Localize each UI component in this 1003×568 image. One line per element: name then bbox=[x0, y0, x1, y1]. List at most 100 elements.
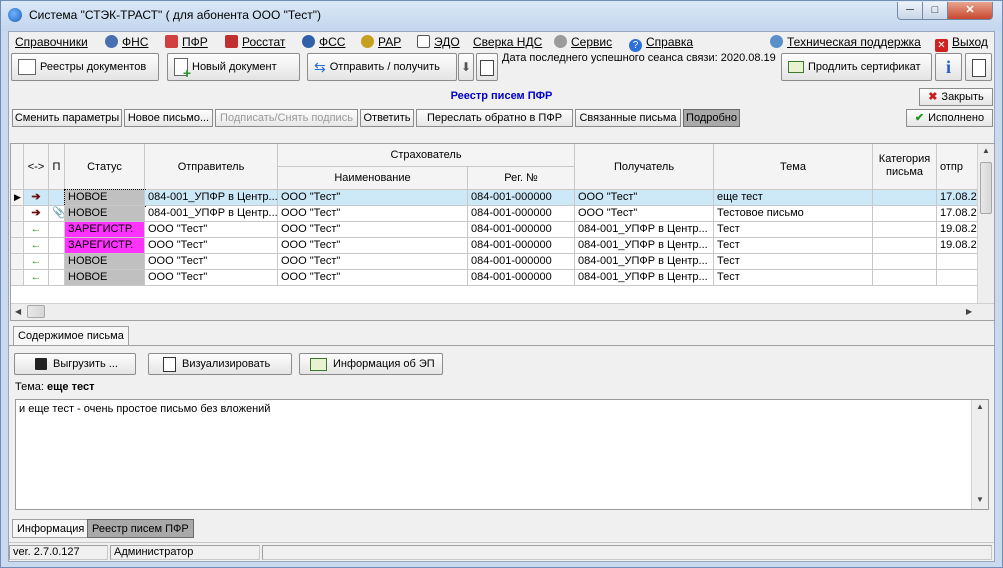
menu-exit[interactable]: ✕ Выход bbox=[935, 35, 988, 52]
insurer-cell[interactable]: ООО "Тест" bbox=[278, 270, 468, 286]
reg-cell[interactable]: 084-001-000000 bbox=[468, 238, 575, 254]
status-cell[interactable]: НОВОЕ bbox=[65, 254, 145, 270]
direction-cell[interactable]: ← bbox=[24, 238, 49, 254]
extend-certificate-button[interactable]: Продлить сертификат bbox=[781, 53, 932, 81]
category-cell[interactable] bbox=[873, 190, 937, 206]
direction-cell[interactable]: ← bbox=[24, 222, 49, 238]
new-letter-button[interactable]: Новое письмо... bbox=[124, 109, 213, 127]
scroll-right-arrow-icon[interactable]: ▶ bbox=[966, 307, 972, 316]
direction-cell[interactable]: ← bbox=[24, 270, 49, 286]
new-document-button[interactable]: + Новый документ bbox=[167, 53, 300, 81]
row-indicator[interactable] bbox=[11, 238, 24, 254]
insurer-cell[interactable]: ООО "Тест" bbox=[278, 222, 468, 238]
export-button[interactable]: Выгрузить ... bbox=[14, 353, 136, 375]
tab-letter-content[interactable]: Содержимое письма bbox=[13, 326, 129, 346]
direction-cell[interactable]: ➔ bbox=[24, 206, 49, 222]
status-cell[interactable]: ЗАРЕГИСТР. bbox=[65, 222, 145, 238]
reply-button[interactable]: Ответить bbox=[360, 109, 414, 127]
recipient-cell[interactable]: ООО "Тест" bbox=[575, 190, 714, 206]
insurer-cell[interactable]: ООО "Тест" bbox=[278, 190, 468, 206]
subject-cell[interactable]: еще тест bbox=[714, 190, 873, 206]
body-scrollbar[interactable]: ▲ ▼ bbox=[971, 400, 988, 509]
scroll-up-arrow-icon[interactable]: ▲ bbox=[976, 402, 984, 411]
insurer-name-column-header[interactable]: Наименование bbox=[278, 167, 468, 190]
status-column-header[interactable]: Статус bbox=[65, 144, 145, 190]
attachment-cell[interactable] bbox=[49, 222, 65, 238]
visualize-button[interactable]: Визуализировать bbox=[148, 353, 292, 375]
status-cell[interactable]: НОВОЕ bbox=[65, 270, 145, 286]
close-window-button[interactable]: ✕ bbox=[947, 2, 993, 20]
details-toggle-button[interactable]: Подробно bbox=[683, 109, 740, 127]
attachment-cell[interactable]: 📎 bbox=[49, 206, 65, 222]
category-cell[interactable] bbox=[873, 206, 937, 222]
tab-pfr-registry[interactable]: Реестр писем ПФР bbox=[87, 519, 194, 538]
insurer-cell[interactable]: ООО "Тест" bbox=[278, 206, 468, 222]
menu-pfr[interactable]: ПФР bbox=[165, 35, 208, 49]
date-cell[interactable]: 17.08.20 bbox=[937, 206, 978, 222]
recipient-cell[interactable]: 084-001_УПФР в Центр... bbox=[575, 270, 714, 286]
menu-help[interactable]: ? Справка bbox=[629, 35, 693, 52]
direction-cell[interactable]: ➔ bbox=[24, 190, 49, 206]
sender-cell[interactable]: 084-001_УПФР в Центр... bbox=[145, 190, 278, 206]
category-cell[interactable] bbox=[873, 270, 937, 286]
reg-cell[interactable]: 084-001-000000 bbox=[468, 206, 575, 222]
reg-cell[interactable]: 084-001-000000 bbox=[468, 254, 575, 270]
date-cell[interactable]: 17.08.20 bbox=[937, 190, 978, 206]
date-cell[interactable] bbox=[937, 254, 978, 270]
date-cell[interactable]: 19.08.20 bbox=[937, 222, 978, 238]
change-params-button[interactable]: Сменить параметры bbox=[12, 109, 122, 127]
attachment-cell[interactable] bbox=[49, 238, 65, 254]
status-cell[interactable]: ЗАРЕГИСТР. bbox=[65, 238, 145, 254]
attachment-cell[interactable] bbox=[49, 254, 65, 270]
reg-cell[interactable]: 084-001-000000 bbox=[468, 270, 575, 286]
row-indicator[interactable] bbox=[11, 222, 24, 238]
signature-info-button[interactable]: Информация об ЭП bbox=[299, 353, 443, 375]
recipient-cell[interactable]: 084-001_УПФР в Центр... bbox=[575, 222, 714, 238]
pdf-button[interactable] bbox=[965, 53, 992, 81]
category-cell[interactable] bbox=[873, 254, 937, 270]
related-letters-button[interactable]: Связанные письма bbox=[575, 109, 681, 127]
menu-support[interactable]: Техническая поддержка bbox=[770, 35, 921, 49]
sender-cell[interactable]: ООО "Тест" bbox=[145, 222, 278, 238]
row-indicator[interactable] bbox=[11, 254, 24, 270]
menu-vat-reconciliation[interactable]: Сверка НДС bbox=[473, 35, 542, 49]
insurer-cell[interactable]: ООО "Тест" bbox=[278, 238, 468, 254]
direction-cell[interactable]: ← bbox=[24, 254, 49, 270]
menu-fns[interactable]: ФНС bbox=[105, 35, 148, 49]
recipient-column-header[interactable]: Получатель bbox=[575, 144, 714, 190]
attachment-column-header[interactable]: П bbox=[49, 144, 65, 190]
row-indicator[interactable] bbox=[11, 270, 24, 286]
row-indicator[interactable]: ▶ bbox=[11, 190, 24, 206]
direction-column-header[interactable]: <-> bbox=[24, 144, 49, 190]
vertical-scroll-thumb[interactable] bbox=[980, 162, 992, 214]
recipient-cell[interactable]: 084-001_УПФР в Центр... bbox=[575, 238, 714, 254]
subject-cell[interactable]: Тест bbox=[714, 222, 873, 238]
sign-button[interactable]: Подписать/Снять подпись bbox=[215, 109, 358, 127]
recipient-cell[interactable]: ООО "Тест" bbox=[575, 206, 714, 222]
status-cell[interactable]: НОВОЕ bbox=[64, 189, 146, 207]
reg-cell[interactable]: 084-001-000000 bbox=[468, 222, 575, 238]
attachment-cell[interactable] bbox=[49, 270, 65, 286]
category-cell[interactable] bbox=[873, 222, 937, 238]
subject-cell[interactable]: Тестовое письмо bbox=[714, 206, 873, 222]
registries-button[interactable]: Реестры документов bbox=[11, 53, 159, 81]
scroll-up-arrow-icon[interactable]: ▲ bbox=[982, 146, 990, 155]
sent-column-header[interactable]: отпр bbox=[937, 144, 978, 190]
menu-rosstat[interactable]: Росстат bbox=[225, 35, 285, 49]
tab-info[interactable]: Информация bbox=[12, 519, 90, 538]
status-cell[interactable]: НОВОЕ bbox=[65, 206, 145, 222]
maximize-button[interactable]: □ bbox=[922, 2, 948, 20]
reg-cell[interactable]: 084-001-000000 bbox=[468, 190, 575, 206]
info-button[interactable]: i bbox=[935, 53, 962, 81]
send-dropdown-button[interactable]: ⬇ bbox=[458, 53, 474, 81]
send-receive-button[interactable]: ⇆ Отправить / получить bbox=[307, 53, 457, 81]
subject-cell[interactable]: Тест bbox=[714, 254, 873, 270]
close-button[interactable]: ✖ Закрыть bbox=[919, 88, 993, 106]
attachment-cell[interactable] bbox=[49, 190, 65, 206]
subject-cell[interactable]: Тест bbox=[714, 270, 873, 286]
date-cell[interactable]: 19.08.20 bbox=[937, 238, 978, 254]
done-button[interactable]: ✔ Исполнено bbox=[906, 109, 993, 127]
menu-edo[interactable]: ЭДО bbox=[417, 35, 460, 49]
minimize-button[interactable]: ─ bbox=[897, 2, 923, 20]
sender-cell[interactable]: ООО "Тест" bbox=[145, 238, 278, 254]
